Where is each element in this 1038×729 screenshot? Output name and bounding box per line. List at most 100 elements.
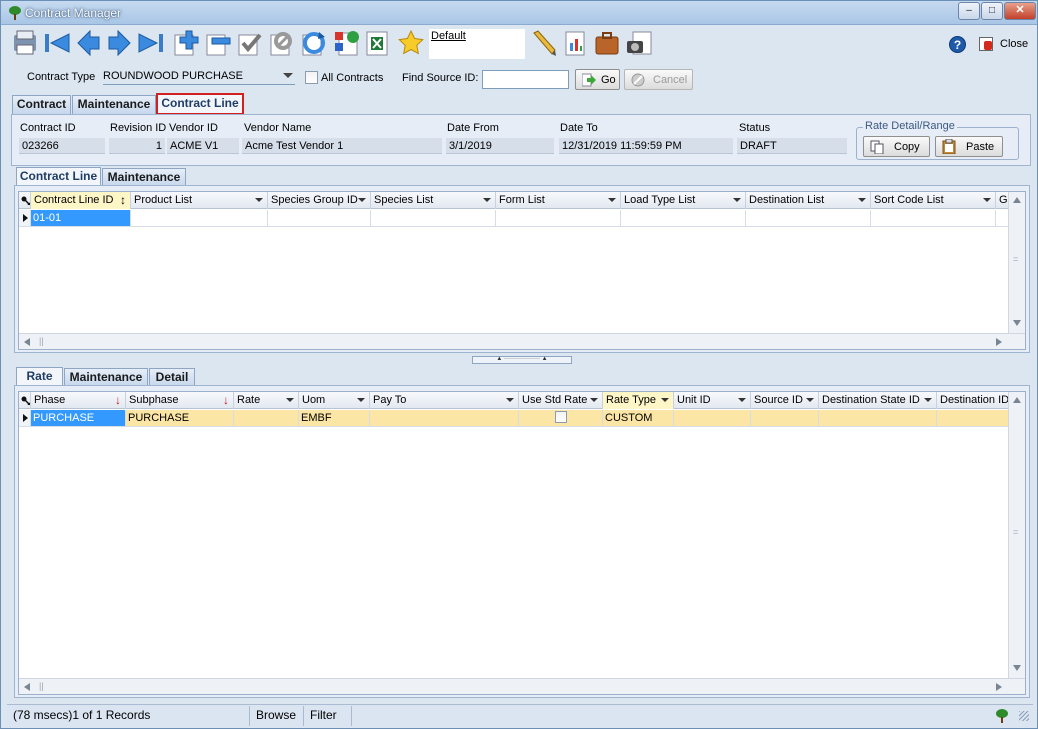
- resize-grip-icon[interactable]: [1019, 711, 1029, 721]
- refresh-icon[interactable]: [299, 29, 327, 57]
- scroll-up-icon[interactable]: [1013, 397, 1021, 403]
- find-source-input[interactable]: [482, 70, 569, 89]
- col-rate-type[interactable]: Rate Type: [603, 392, 674, 409]
- post-record-icon[interactable]: [235, 29, 263, 57]
- line-grid-horizontal-scrollbar[interactable]: ||: [19, 333, 1025, 349]
- filter-dropdown-icon: [590, 398, 598, 402]
- tab-contract-line-grid[interactable]: Contract Line: [16, 167, 101, 186]
- cell-destination-state-id[interactable]: [819, 410, 937, 427]
- rate-grid-horizontal-scrollbar[interactable]: ||: [19, 678, 1025, 694]
- cell-use-std-rate[interactable]: [519, 410, 603, 427]
- col-source-id[interactable]: Source ID: [751, 392, 819, 409]
- col-contract-line-id[interactable]: Contract Line ID ↕: [31, 192, 131, 209]
- date-from-value: 3/1/2019: [446, 138, 554, 154]
- next-record-icon[interactable]: [105, 29, 133, 57]
- sort-down-arrow-icon: ↓: [223, 393, 229, 407]
- go-button[interactable]: Go: [575, 69, 620, 90]
- last-record-icon[interactable]: [137, 29, 165, 57]
- status-records: (78 msecs)1 of 1 Records: [7, 706, 250, 726]
- tab-contract[interactable]: Contract: [12, 95, 71, 114]
- col-unit-id[interactable]: Unit ID: [674, 392, 751, 409]
- cell-destination-id[interactable]: [937, 410, 1009, 427]
- col-phase[interactable]: Phase ↓: [31, 392, 126, 409]
- col-load-type-list[interactable]: Load Type List: [621, 192, 746, 209]
- col-pay-to[interactable]: Pay To: [370, 392, 519, 409]
- scroll-right-icon[interactable]: [996, 683, 1002, 691]
- report-icon[interactable]: [561, 29, 589, 57]
- all-contracts-label: All Contracts: [321, 72, 384, 84]
- cell-load-type-list[interactable]: [621, 210, 746, 227]
- scroll-down-icon[interactable]: [1013, 320, 1021, 326]
- col-species-list[interactable]: Species List: [371, 192, 496, 209]
- tab-line-maintenance[interactable]: Maintenance: [102, 168, 186, 186]
- maximize-button[interactable]: □: [981, 2, 1003, 20]
- cancel-button[interactable]: Cancel: [624, 69, 693, 90]
- col-subphase[interactable]: Subphase ↓: [126, 392, 234, 409]
- rate-grid-vertical-scrollbar[interactable]: =: [1008, 392, 1025, 678]
- excel-export-icon[interactable]: [363, 29, 391, 57]
- cell-contract-line-id[interactable]: 01-01: [31, 210, 131, 227]
- cell-product-list[interactable]: [131, 210, 268, 227]
- col-destination-list[interactable]: Destination List: [746, 192, 871, 209]
- scroll-right-icon[interactable]: [996, 338, 1002, 346]
- col-use-std-rate[interactable]: Use Std Rate: [519, 392, 603, 409]
- panel-splitter[interactable]: ▲ ·················· ▲: [472, 356, 572, 364]
- date-to-label: Date To: [560, 122, 598, 134]
- window-close-button[interactable]: ✕: [1004, 2, 1036, 20]
- paste-button[interactable]: Paste: [935, 136, 1003, 157]
- col-species-group-id[interactable]: Species Group ID: [268, 192, 371, 209]
- cell-uom[interactable]: EMBF: [299, 410, 370, 427]
- tab-maintenance[interactable]: Maintenance: [72, 95, 156, 114]
- camera-icon[interactable]: [625, 29, 653, 57]
- filter-dropdown-icon: [806, 398, 814, 402]
- scroll-up-icon[interactable]: [1013, 197, 1021, 203]
- scroll-down-icon[interactable]: [1013, 665, 1021, 671]
- cell-sort-code-list[interactable]: [871, 210, 996, 227]
- delete-record-icon[interactable]: [203, 29, 231, 57]
- previous-record-icon[interactable]: [75, 29, 103, 57]
- cell-species-list[interactable]: [371, 210, 496, 227]
- cell-subphase[interactable]: PURCHASE: [126, 410, 234, 427]
- layout-selector[interactable]: Default: [429, 29, 525, 59]
- paste-icon: [942, 139, 956, 154]
- filter-dropdown-icon: [358, 198, 366, 202]
- favorite-star-icon[interactable]: [397, 29, 425, 57]
- use-std-rate-checkbox[interactable]: [555, 411, 567, 423]
- copy-button[interactable]: Copy: [863, 136, 930, 157]
- workflow-icon[interactable]: [333, 29, 361, 57]
- cell-destination-list[interactable]: [746, 210, 871, 227]
- scroll-left-icon[interactable]: [24, 683, 30, 691]
- edit-pencil-icon[interactable]: [529, 29, 557, 57]
- first-record-icon[interactable]: [43, 29, 71, 57]
- tab-rate[interactable]: Rate: [16, 367, 63, 386]
- cell-rate[interactable]: [234, 410, 299, 427]
- cell-rate-type[interactable]: CUSTOM: [603, 410, 674, 427]
- scroll-left-icon[interactable]: [24, 338, 30, 346]
- col-form-list[interactable]: Form List: [496, 192, 621, 209]
- cell-unit-id[interactable]: [674, 410, 751, 427]
- cell-pay-to[interactable]: [370, 410, 519, 427]
- layout-name[interactable]: Default: [431, 30, 466, 42]
- col-uom[interactable]: Uom: [299, 392, 370, 409]
- line-grid-vertical-scrollbar[interactable]: =: [1008, 192, 1025, 333]
- cell-phase[interactable]: PURCHASE: [31, 410, 126, 427]
- print-icon[interactable]: [11, 29, 39, 57]
- help-icon[interactable]: ?: [949, 36, 966, 53]
- all-contracts-checkbox[interactable]: [305, 71, 318, 84]
- briefcase-icon[interactable]: [593, 29, 621, 57]
- cell-source-id[interactable]: [751, 410, 819, 427]
- contract-type-combo[interactable]: ROUNDWOOD PURCHASE: [103, 69, 295, 85]
- minimize-button[interactable]: –: [958, 2, 980, 20]
- tab-rate-detail[interactable]: Detail: [149, 368, 195, 386]
- tab-contract-line[interactable]: Contract Line: [156, 93, 244, 115]
- cell-species-group-id[interactable]: [268, 210, 371, 227]
- cancel-record-icon[interactable]: [267, 29, 295, 57]
- col-product-list[interactable]: Product List: [131, 192, 268, 209]
- add-record-icon[interactable]: [171, 29, 199, 57]
- tab-rate-maintenance[interactable]: Maintenance: [64, 368, 148, 386]
- col-rate[interactable]: Rate: [234, 392, 299, 409]
- col-destination-state-id[interactable]: Destination State ID: [819, 392, 937, 409]
- cell-form-list[interactable]: [496, 210, 621, 227]
- col-destination-id[interactable]: Destination ID: [937, 392, 1009, 409]
- col-sort-code-list[interactable]: Sort Code List: [871, 192, 996, 209]
